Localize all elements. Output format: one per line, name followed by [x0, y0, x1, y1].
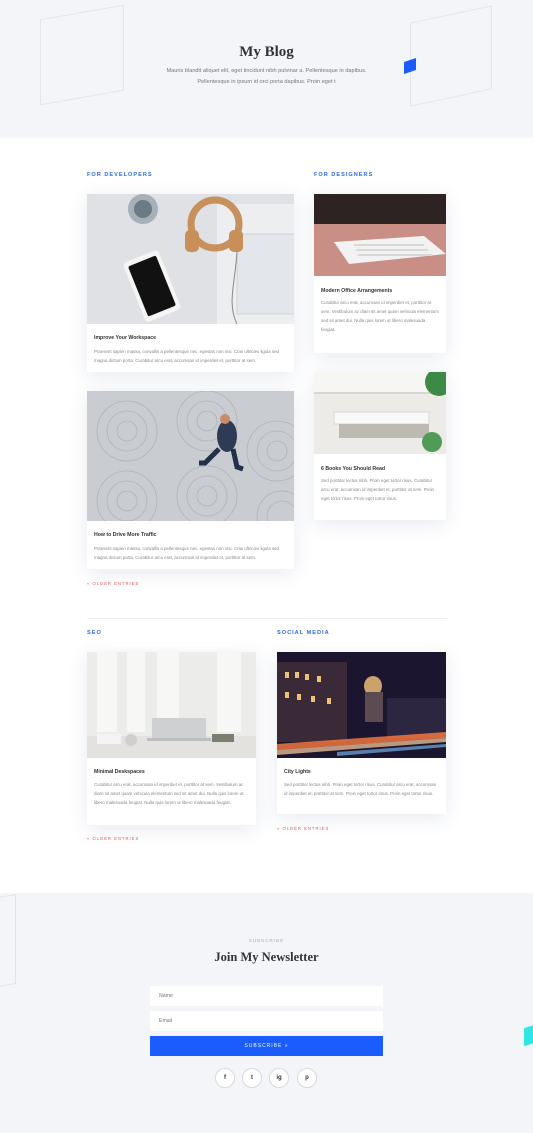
pinterest-icon[interactable]: p — [297, 1068, 317, 1088]
post-title[interactable]: Minimal Deskspaces — [94, 769, 145, 775]
newsletter-title: Join My Newsletter — [214, 950, 319, 964]
category-heading-seo[interactable]: SEO — [87, 630, 102, 636]
post-title[interactable]: Improve Your Workspace — [94, 335, 156, 341]
post-image-books[interactable] — [314, 372, 446, 454]
older-entries-link[interactable]: « OLDER ENTRIES — [87, 581, 139, 586]
older-entries-link[interactable]: « OLDER ENTRIES — [87, 836, 139, 841]
blog-card[interactable]: Modern Office Arrangements Curabitur arc… — [314, 194, 446, 353]
post-title[interactable]: Modern Office Arrangements — [321, 288, 392, 294]
post-image-deskspaces[interactable] — [87, 652, 256, 758]
post-excerpt: Praesent sapien massa, convallis a pelle… — [94, 349, 279, 363]
post-excerpt: Sed porttitor lectus nibh. Proin eget to… — [284, 782, 437, 796]
instagram-icon[interactable]: ig — [269, 1068, 289, 1088]
category-heading-developers[interactable]: FOR DEVELOPERS — [87, 172, 153, 178]
section-divider — [87, 618, 447, 619]
blog-card[interactable]: City Lights Sed porttitor lectus nibh. P… — [277, 652, 446, 814]
facebook-icon[interactable]: f — [215, 1068, 235, 1088]
post-excerpt: Praesent sapien massa, convallis a pelle… — [94, 546, 279, 560]
post-title[interactable]: How to Drive More Traffic — [94, 532, 157, 538]
post-excerpt: Curabitur arcu erat, accumsan id imperdi… — [321, 300, 439, 332]
category-heading-designers[interactable]: FOR DESIGNERS — [314, 172, 373, 178]
blog-card[interactable]: How to Drive More Traffic Praesent sapie… — [87, 391, 294, 569]
blog-card[interactable]: Minimal Deskspaces Curabitur arcu erat, … — [87, 652, 256, 825]
page-title: My Blog — [239, 44, 294, 60]
decorative-teal-square — [524, 1023, 533, 1047]
name-field[interactable] — [150, 986, 383, 1006]
hero-subtitle: Mauris blandit aliquet elit, eget tincid… — [166, 68, 367, 85]
blog-card[interactable]: 6 Books You Should Read Sed porttitor le… — [314, 372, 446, 520]
post-excerpt: Sed porttitor lectus nibh. Proin eget to… — [321, 478, 434, 501]
post-title[interactable]: 6 Books You Should Read — [321, 466, 385, 472]
subscribe-button[interactable]: SUBSCRIBE » — [150, 1036, 383, 1056]
post-image-city-lights[interactable] — [277, 652, 446, 758]
newsletter-kicker: SUBSCRIBE — [248, 938, 285, 943]
decorative-frame — [0, 893, 16, 993]
newsletter-section: SUBSCRIBE Join My Newsletter SUBSCRIBE »… — [0, 893, 533, 1133]
hero-section: My Blog Mauris blandit aliquet elit, ege… — [0, 0, 533, 138]
blog-card[interactable]: Improve Your Workspace Praesent sapien m… — [87, 194, 294, 372]
post-image-office[interactable] — [314, 194, 446, 276]
post-title[interactable]: City Lights — [284, 769, 311, 775]
category-heading-social-media[interactable]: SOCIAL MEDIA — [277, 630, 330, 636]
older-entries-link[interactable]: « OLDER ENTRIES — [277, 826, 329, 831]
post-image-traffic[interactable] — [87, 391, 294, 521]
email-field[interactable] — [150, 1011, 383, 1031]
post-image-workspace[interactable] — [87, 194, 294, 324]
post-excerpt: Curabitur arcu erat, accumsan id imperdi… — [94, 782, 244, 805]
twitter-icon[interactable]: t — [242, 1068, 262, 1088]
